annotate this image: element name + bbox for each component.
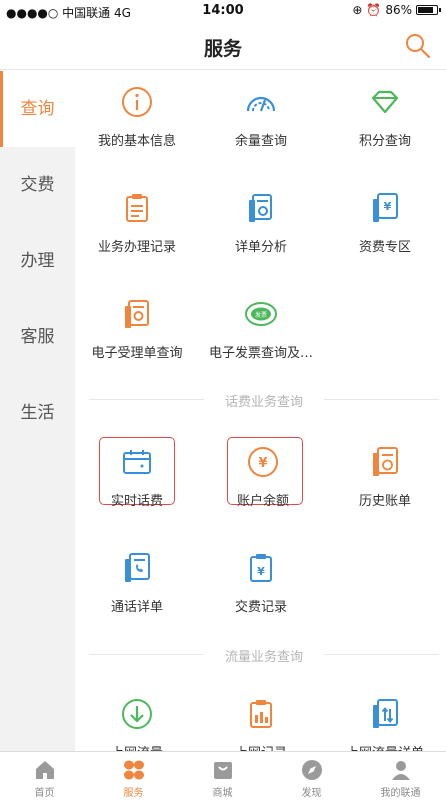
- account-balance-item[interactable]: ¥ 账户余额: [201, 445, 325, 509]
- download-circle-icon: [122, 699, 152, 729]
- basic-info-item[interactable]: 我的基本信息: [75, 85, 199, 149]
- home-icon: [35, 761, 54, 779]
- receipt-icon: [125, 300, 149, 328]
- item-label: 积分查询: [358, 134, 411, 149]
- realtime-fee-item[interactable]: 实时话费: [75, 445, 199, 509]
- lock-rotation-icon: ⊕: [352, 3, 363, 17]
- item-label: 上网流量: [75, 742, 199, 751]
- sidebar-item-service[interactable]: 客服: [0, 299, 75, 375]
- tab-label: 我的联通: [380, 788, 421, 799]
- yuan-clipboard-icon: ¥: [250, 554, 272, 582]
- document-chart-icon: [249, 194, 272, 222]
- item-label: 余量查询: [234, 134, 287, 149]
- balance-query-item[interactable]: 余量查询: [199, 85, 323, 149]
- sidebar-item-payment[interactable]: 交费: [0, 147, 75, 223]
- item-label: 电子受理单查询: [91, 346, 183, 361]
- section-title: 话费业务查询: [224, 395, 303, 410]
- tab-label: 首页: [34, 788, 55, 799]
- page-title: 服务: [203, 38, 242, 60]
- svg-text:¥: ¥: [384, 200, 392, 213]
- data-detail-item[interactable]: 上网流量详单: [323, 697, 446, 751]
- section-title: 流量业务查询: [224, 650, 303, 665]
- tab-my-unicom[interactable]: 我的联通: [356, 752, 445, 801]
- detail-analysis-item[interactable]: 详单分析: [199, 191, 323, 255]
- item-label: 电子发票查询及…: [208, 346, 313, 361]
- item-label: 上网流量详单: [323, 742, 446, 751]
- business-record-item[interactable]: 业务办理记录: [75, 191, 199, 255]
- payment-record-item[interactable]: ¥ 交费记录: [199, 551, 323, 615]
- invoice-icon: 发票: [245, 302, 277, 326]
- user-icon: [391, 761, 410, 780]
- tab-bar: 首页 服务 商城 发现 我的联通: [0, 751, 446, 800]
- item-label: 业务办理记录: [97, 240, 176, 255]
- alarm-icon: ⏰: [366, 3, 382, 17]
- yuan-document-icon: ¥: [373, 193, 398, 222]
- tab-service[interactable]: 服务: [89, 752, 178, 801]
- svg-text:¥: ¥: [258, 456, 267, 471]
- category-sidebar: 查询 交费 办理 客服 生活: [0, 71, 75, 751]
- item-label: 交费记录: [234, 600, 287, 615]
- item-label: 实时话费: [110, 494, 163, 509]
- transfer-document-icon: [373, 699, 398, 728]
- tab-label: 服务: [123, 788, 144, 799]
- clock-document-icon: [373, 447, 398, 476]
- tab-shop[interactable]: 商城: [178, 752, 267, 801]
- item-label: 资费专区: [358, 240, 411, 255]
- clipboard-icon: [126, 194, 148, 222]
- item-label: 历史账单: [358, 494, 411, 509]
- svg-text:发票: 发票: [255, 311, 267, 319]
- tab-label: 发现: [301, 788, 322, 799]
- status-right: ⊕ ⏰ 86%: [352, 3, 441, 17]
- yuan-coin-icon: ¥: [248, 447, 278, 477]
- call-detail-item[interactable]: 通话详单: [75, 551, 199, 615]
- item-label: 上网记录: [199, 742, 323, 751]
- data-usage-item[interactable]: 上网流量: [75, 697, 199, 751]
- service-icon: [123, 760, 144, 780]
- sidebar-item-handle[interactable]: 办理: [0, 223, 75, 299]
- e-receipt-item[interactable]: 电子受理单查询: [75, 297, 199, 361]
- points-query-item[interactable]: 积分查询: [323, 85, 446, 149]
- compass-icon: [301, 760, 322, 780]
- item-label: 详单分析: [234, 240, 287, 255]
- e-invoice-item[interactable]: 发票 电子发票查询及…: [199, 297, 323, 361]
- svg-text:¥: ¥: [257, 565, 265, 578]
- item-label: 通话详单: [110, 600, 163, 615]
- internet-record-item[interactable]: 上网记录: [199, 697, 323, 751]
- sidebar-item-query[interactable]: 查询: [0, 71, 75, 147]
- sidebar-item-life[interactable]: 生活: [0, 375, 75, 451]
- bar-clipboard-icon: [250, 700, 272, 728]
- battery-percent: 86%: [385, 3, 412, 17]
- call-document-icon: [125, 553, 150, 582]
- tab-home[interactable]: 首页: [0, 752, 89, 801]
- gauge-icon: [246, 96, 276, 112]
- diamond-icon: [371, 90, 399, 114]
- service-content: 我的基本信息 余量查询 积分查询 业务办理记录 详单分析 ¥ 资费专区 电子受理…: [75, 71, 446, 751]
- traffic-section-divider: 流量业务查询: [89, 644, 439, 665]
- item-label: 账户余额: [236, 494, 289, 509]
- tab-label: 商城: [212, 788, 233, 799]
- shop-icon: [213, 762, 232, 779]
- item-label: 我的基本信息: [97, 134, 176, 149]
- info-icon: [122, 87, 152, 117]
- status-bar: ●●●●○ 中国联通 4G 14:00 ⊕ ⏰ 86%: [0, 0, 446, 22]
- history-bill-item[interactable]: 历史账单: [323, 445, 446, 509]
- tab-discover[interactable]: 发现: [267, 752, 356, 801]
- calendar-icon: [123, 450, 151, 474]
- search-icon[interactable]: [404, 32, 432, 60]
- tariff-zone-item[interactable]: ¥ 资费专区: [323, 191, 446, 255]
- navigation-bar: 服务: [0, 22, 446, 70]
- fee-section-divider: 话费业务查询: [89, 389, 439, 410]
- battery-icon: [416, 5, 441, 15]
